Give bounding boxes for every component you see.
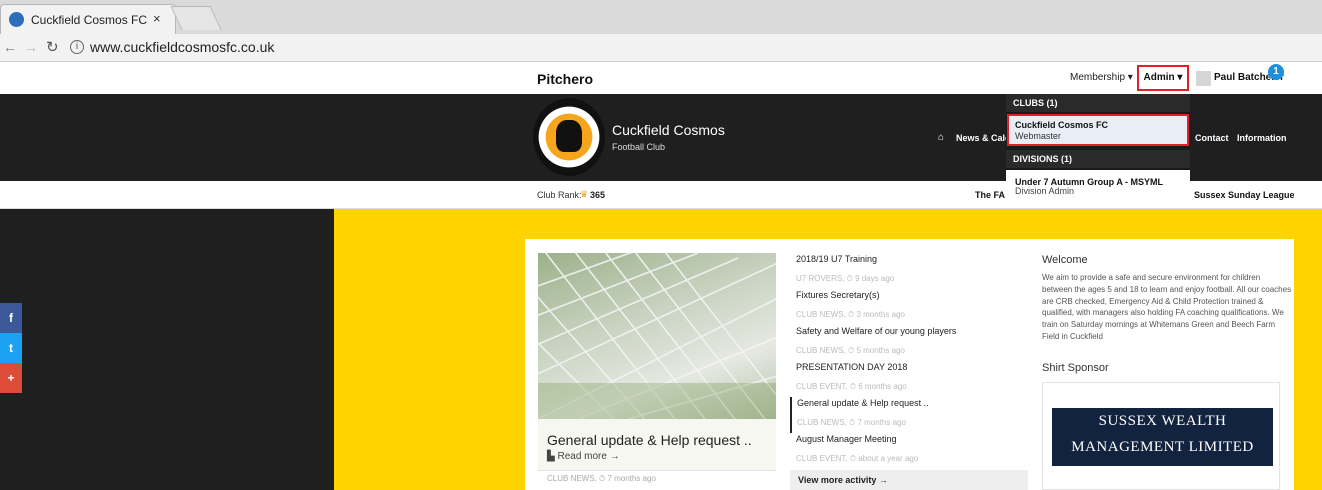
nav-contact[interactable]: Contact <box>1195 133 1229 143</box>
activity-meta: CLUB NEWS, ⏱ 7 months ago <box>797 418 906 427</box>
activity-meta: CLUB EVENT, ⏱ 6 months ago <box>796 382 907 391</box>
site-info-icon[interactable]: i <box>70 40 84 54</box>
activity-title[interactable]: 2018/19 U7 Training <box>796 253 1028 266</box>
activity-title[interactable]: General update & Help request .. <box>797 397 1028 410</box>
activity-item-active[interactable]: General update & Help request .. CLUB NE… <box>790 397 1028 433</box>
sponsor-name-line1: SUSSEX WEALTH <box>1098 413 1227 429</box>
club-rank-label: Club Rank: <box>537 190 582 200</box>
activity-meta: CLUB EVENT, ⏱ about a year ago <box>796 454 919 463</box>
tab-close-icon[interactable]: × <box>153 11 161 26</box>
pitchero-logo[interactable]: Pitchero <box>537 71 593 87</box>
welcome-text: We aim to provide a safe and secure envi… <box>1042 273 1292 341</box>
activity-title[interactable]: Safety and Welfare of our young players <box>796 325 1028 338</box>
shirt-sponsor-heading: Shirt Sponsor <box>1042 362 1109 374</box>
club-rank-value: 365 <box>590 190 606 200</box>
activity-meta: U7 ROVERS, ⏱ 9 days ago <box>796 274 895 283</box>
league-link-sussex[interactable]: Sussex Sunday League <box>1194 190 1295 200</box>
activity-title[interactable]: Fixtures Secretary(s) <box>796 289 1028 302</box>
notification-badge[interactable]: 1 <box>1268 64 1284 80</box>
reload-icon[interactable]: ↻ <box>46 38 59 56</box>
new-tab-button[interactable] <box>170 6 222 30</box>
read-more-label: Read more → <box>557 451 620 462</box>
league-link-fa[interactable]: The FA <box>975 190 1005 200</box>
activity-item[interactable]: August Manager Meeting CLUB EVENT, ⏱ abo… <box>790 433 1028 469</box>
view-more-activity-button[interactable]: View more activity → <box>790 470 1028 490</box>
twitter-share-icon[interactable]: t <box>0 333 22 363</box>
left-background <box>0 209 334 490</box>
dropdown-club-name[interactable]: Cuckfield Cosmos FC <box>1015 120 1108 130</box>
pitchero-favicon-icon <box>9 12 24 27</box>
nav-news-calendar[interactable]: News & Cale <box>956 133 1010 143</box>
pitchero-topbar: Pitchero Membership ▾ Admin ▾ Paul Batch… <box>0 62 1322 94</box>
activity-item[interactable]: PRESENTATION DAY 2018 CLUB EVENT, ⏱ 6 mo… <box>790 361 1028 397</box>
tab-title: Cuckfield Cosmos FC <box>31 13 148 27</box>
read-more-link[interactable]: ▙ Read more → <box>547 451 620 462</box>
club-name[interactable]: Cuckfield Cosmos <box>612 122 725 138</box>
featured-article-meta: CLUB NEWS, ⏱ 7 months ago <box>547 474 656 483</box>
dropdown-division-role: Division Admin <box>1015 186 1075 196</box>
dropdown-club-item[interactable] <box>1007 114 1189 146</box>
sponsor-name-line2: MANAGEMENT LIMITED <box>1071 439 1254 455</box>
activity-item[interactable]: Fixtures Secretary(s) CLUB NEWS, ⏱ 3 mon… <box>790 289 1028 325</box>
forward-arrow-icon[interactable]: → <box>24 39 38 55</box>
lion-icon <box>556 120 582 152</box>
nav-information[interactable]: Information <box>1237 133 1287 143</box>
activity-title[interactable]: PRESENTATION DAY 2018 <box>796 361 1028 374</box>
featured-article-image[interactable] <box>538 253 776 419</box>
dropdown-clubs-header: CLUBS (1) <box>1006 94 1190 112</box>
activity-item[interactable]: 2018/19 U7 Training U7 ROVERS, ⏱ 9 days … <box>790 253 1028 289</box>
membership-menu[interactable]: Membership ▾ <box>1070 72 1133 83</box>
google-plus-share-icon[interactable]: + <box>0 363 22 393</box>
featured-article-title[interactable]: General update & Help request .. <box>547 432 752 448</box>
user-avatar[interactable] <box>1196 71 1211 86</box>
dropdown-divisions-header: DIVISIONS (1) <box>1006 150 1190 168</box>
activity-meta: CLUB NEWS, ⏱ 5 months ago <box>796 346 905 355</box>
admin-menu-button[interactable]: Admin ▾ <box>1137 65 1189 91</box>
club-subtitle: Football Club <box>612 142 666 152</box>
activity-meta: CLUB NEWS, ⏱ 3 months ago <box>796 310 905 319</box>
activity-list: 2018/19 U7 Training U7 ROVERS, ⏱ 9 days … <box>790 253 1028 469</box>
home-icon[interactable]: ⌂ <box>938 132 944 143</box>
activity-item[interactable]: Safety and Welfare of our young players … <box>790 325 1028 361</box>
url-field[interactable]: www.cuckfieldcosmosfc.co.uk <box>90 39 274 55</box>
address-bar: ← → ↻ i www.cuckfieldcosmosfc.co.uk <box>0 34 1322 62</box>
trophy-icon: ♛ <box>580 189 589 199</box>
browser-tab-bar: Cuckfield Cosmos FC × <box>0 0 1322 34</box>
divider <box>538 470 776 471</box>
goal-net-image <box>538 253 776 419</box>
back-arrow-icon[interactable]: ← <box>3 39 17 55</box>
facebook-share-icon[interactable]: f <box>0 303 22 333</box>
browser-tab[interactable]: Cuckfield Cosmos FC × <box>0 4 176 34</box>
welcome-heading: Welcome <box>1042 254 1088 266</box>
dropdown-club-role: Webmaster <box>1015 131 1061 141</box>
activity-title[interactable]: August Manager Meeting <box>796 433 1028 446</box>
